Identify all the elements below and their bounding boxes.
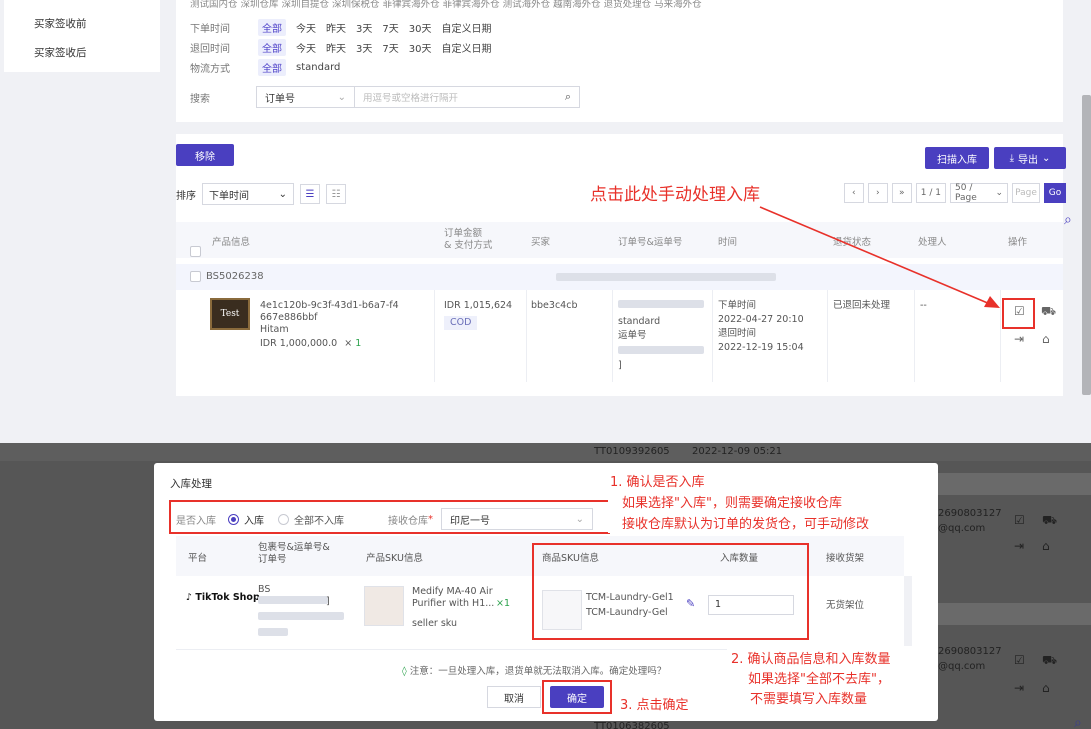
annotation-step-1: 1. 确认是否入库 (610, 475, 705, 490)
bg-email-2a: 2690803127 (938, 646, 1002, 657)
arrow-icon (759, 206, 1000, 308)
dialog-title: 入库处理 (170, 478, 212, 490)
bg-truck-icon: ⛟ (1042, 653, 1058, 667)
seller-sku: seller sku (412, 618, 458, 629)
bg-tracking-top: TT0109392605 (594, 446, 670, 457)
returns-list-screenshot: 买家签收前 买家签收后 测试国内仓 深圳仓库 深圳自提仓 深圳保税仓 菲律宾海外… (0, 0, 1091, 396)
bg-time-top: 2022-12-09 05:21 (692, 446, 783, 457)
redacted-block (258, 596, 328, 608)
annotation-step-2-detail: 不需要填写入库数量 (750, 692, 868, 707)
notice-text: 注意：一旦处理入库，退货单就无法取消入库。确定处理吗？ (409, 666, 667, 677)
col-platform: 平台 (188, 553, 208, 564)
scrollbar[interactable] (1082, 95, 1091, 395)
bg-inbound-icon: ☑ (1014, 513, 1025, 527)
zoom-search-icon[interactable]: ⌕ (1064, 212, 1072, 228)
platform-label: TikTok Shop (195, 592, 260, 603)
redacted-block (258, 628, 288, 640)
tiktok-icon: ♪ (186, 592, 193, 603)
bg-row-band (938, 603, 1091, 625)
bg-row-band (938, 473, 1091, 495)
annotation-step-1-detail: 接收仓库默认为订单的发货仓，可手动修改 (622, 517, 870, 532)
bg-inbound-icon: ☑ (1014, 653, 1025, 667)
shelf-value: 无货架位 (826, 600, 865, 611)
annotation-step-3: 3. 点击确定 (620, 698, 689, 713)
redacted-block (258, 612, 344, 624)
bg-export-icon: ⇥ (1014, 681, 1025, 695)
col-package: 包裹号&运单号& 订单号 (258, 542, 330, 565)
bg-email-1b: @qq.com (938, 523, 986, 534)
bg-table-row (0, 443, 1091, 461)
package-id-a: BS (258, 584, 271, 595)
inbound-dialog-screenshot: TT0109392605 2022-12-09 05:21 2690803127… (0, 443, 1091, 729)
bg-email-2b: @qq.com (938, 661, 986, 672)
highlight-box (169, 500, 610, 534)
bg-tag-icon: ⌂ (1042, 681, 1050, 695)
lightbulb-icon: ◊ (402, 666, 407, 677)
package-id-b: ] (326, 596, 330, 607)
dialog-notice: ◊ 注意：一旦处理入库，退货单就无法取消入库。确定处理吗？ (402, 663, 666, 677)
bg-tag-icon: ⌂ (1042, 539, 1050, 553)
col-product-sku: 产品SKU信息 (366, 553, 423, 564)
annotation-step-2: 2. 确认商品信息和入库数量 (731, 652, 891, 667)
product-image (364, 586, 404, 626)
bg-export-icon: ⇥ (1014, 539, 1025, 553)
product-qty: ×1 (496, 598, 511, 609)
dialog-scrollbar[interactable] (904, 576, 912, 650)
annotation-step-1-detail: 如果选择"入库"，则需要确定接收仓库 (622, 496, 842, 511)
highlight-box (542, 680, 612, 714)
annotation-step-2-detail: 如果选择"全部不去库"， (748, 672, 890, 687)
bg-email-1a: 2690803127 (938, 508, 1002, 519)
highlight-box (532, 543, 809, 640)
product-name: Medify MA-40 Air Purifier with H1... (412, 586, 495, 609)
tutorial-canvas: 买家签收前 买家签收后 测试国内仓 深圳仓库 深圳自提仓 深圳保税仓 菲律宾海外… (0, 0, 1091, 729)
bg-tracking-bottom: TT0106382605 (594, 721, 670, 729)
bg-truck-icon: ⛟ (1042, 513, 1058, 527)
zoom-search-icon[interactable]: ⌕ (1074, 715, 1082, 729)
col-shelf: 接收货架 (826, 553, 865, 564)
cancel-button[interactable]: 取消 (487, 686, 541, 708)
platform-name: ♪ TikTok Shop (186, 592, 260, 604)
